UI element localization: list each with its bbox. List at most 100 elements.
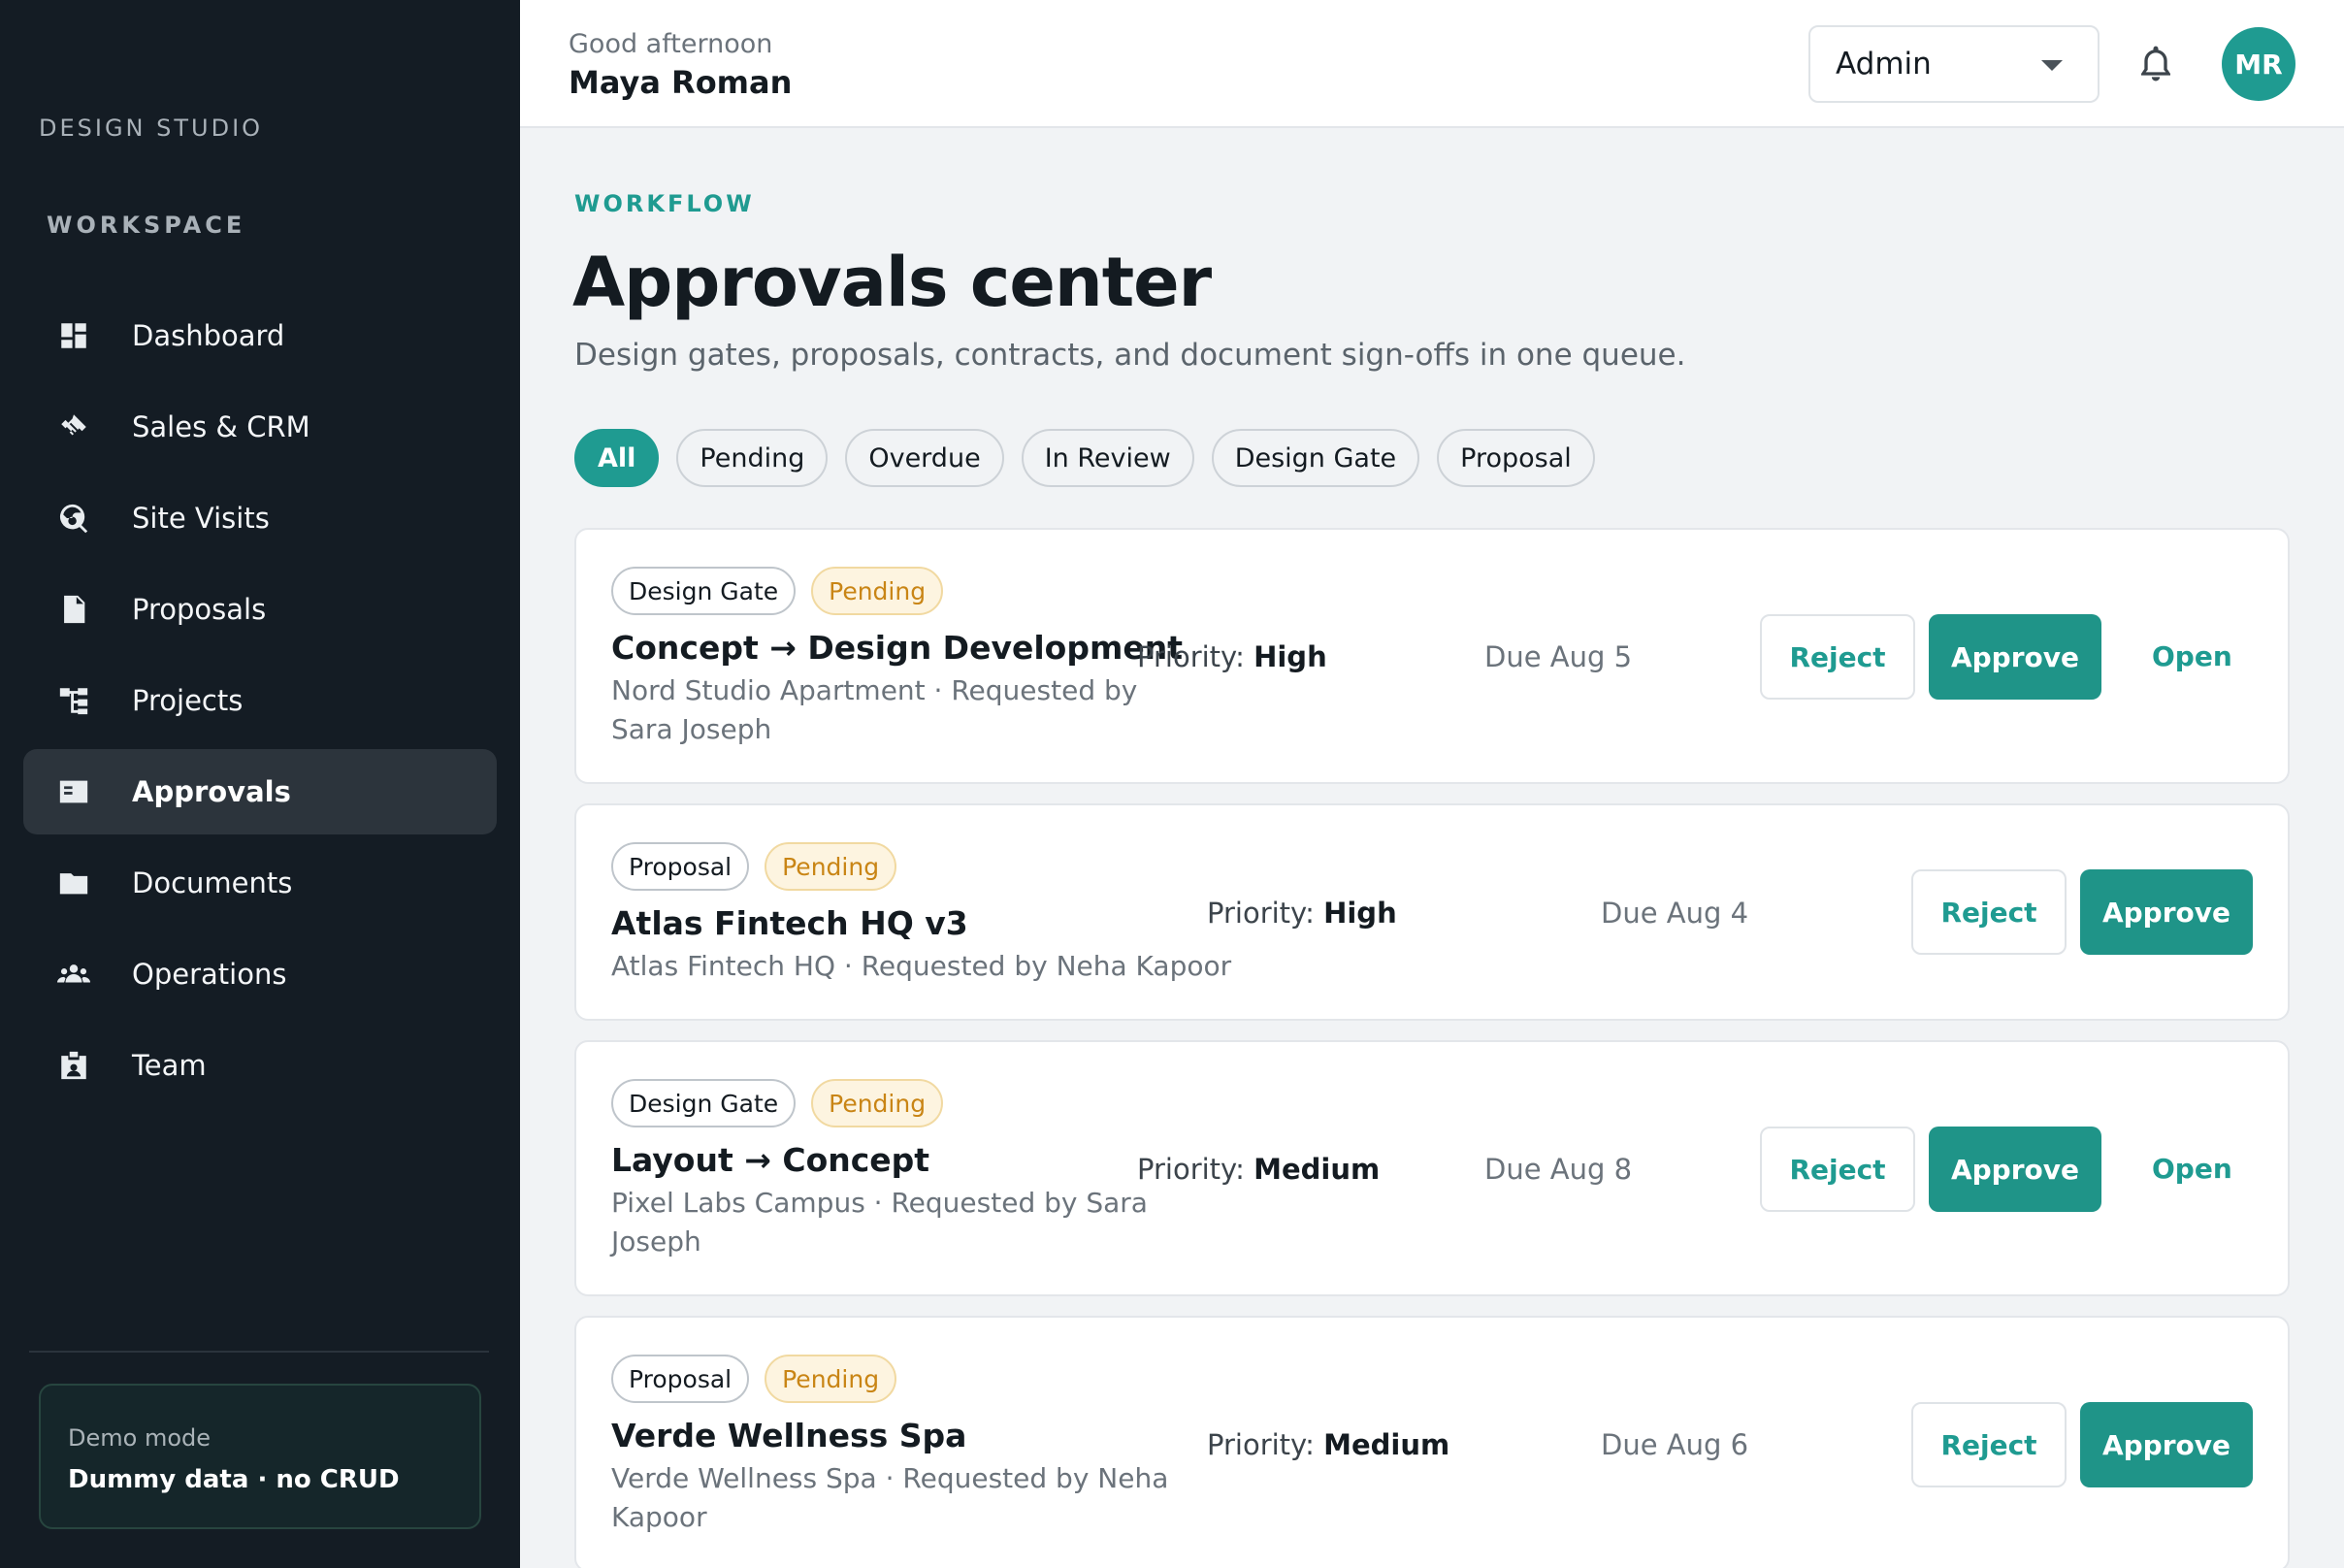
sidebar-item-dashboard[interactable]: Dashboard — [23, 293, 497, 378]
sidebar-item-label: Documents — [132, 866, 293, 899]
people-icon — [56, 957, 91, 992]
sidebar-item-label: Proposals — [132, 593, 267, 626]
reject-button[interactable]: Reject — [1911, 1402, 2067, 1487]
status-badge: Pending — [765, 842, 897, 891]
due-date: Due Aug 6 — [1601, 1428, 1749, 1461]
filter-chip-overdue[interactable]: Overdue — [845, 429, 1004, 487]
approval-title: Atlas Fintech HQ v3 — [611, 904, 968, 942]
approval-tags: Design Gate Pending — [611, 567, 944, 615]
type-badge: Design Gate — [611, 567, 797, 615]
sidebar-item-label: Operations — [132, 958, 287, 991]
role-select[interactable]: Admin — [1808, 25, 2100, 103]
folder-icon — [56, 866, 91, 900]
sidebar: DESIGN STUDIO WORKSPACE Dashboard Sales … — [0, 0, 520, 1568]
due-date: Due Aug 4 — [1601, 897, 1749, 930]
demo-mode-subtitle: Dummy data · no CRUD — [68, 1465, 400, 1494]
sidebar-item-proposals[interactable]: Proposals — [23, 567, 497, 652]
approval-meta-line: Verde Wellness Spa · Requested by Neha — [611, 1462, 1169, 1494]
priority-value: Medium — [1323, 1428, 1450, 1461]
filter-chip-pending[interactable]: Pending — [676, 429, 829, 487]
priority: Priority: High — [1137, 640, 1327, 673]
sidebar-item-label: Site Visits — [132, 502, 270, 535]
greeting: Good afternoon — [569, 29, 773, 59]
sidebar-item-documents[interactable]: Documents — [23, 840, 497, 926]
approval-tags: Proposal Pending — [611, 1355, 897, 1403]
workflow-icon — [56, 683, 91, 718]
sidebar-item-label: Sales & CRM — [132, 410, 310, 443]
due-date: Due Aug 8 — [1484, 1153, 1633, 1186]
sidebar-divider — [29, 1351, 489, 1353]
reject-button[interactable]: Reject — [1760, 1127, 1915, 1212]
filter-chip-in-review[interactable]: In Review — [1021, 429, 1194, 487]
handshake-icon — [56, 409, 91, 444]
approval-meta-line: Pixel Labs Campus · Requested by Sara — [611, 1187, 1148, 1219]
reject-button[interactable]: Reject — [1760, 614, 1915, 700]
type-badge: Proposal — [611, 1355, 750, 1403]
priority-label: Priority: — [1137, 640, 1245, 673]
avatar[interactable]: MR — [2222, 27, 2295, 101]
sidebar-item-label: Projects — [132, 684, 244, 717]
filter-chip-design-gate[interactable]: Design Gate — [1211, 429, 1420, 487]
chevron-down-icon — [2041, 60, 2063, 71]
approval-card: Proposal Pending Verde Wellness Spa Verd… — [574, 1316, 2290, 1568]
sidebar-item-sales-crm[interactable]: Sales & CRM — [23, 384, 497, 470]
approve-button[interactable]: Approve — [1929, 614, 2101, 700]
sidebar-nav: Dashboard Sales & CRM Site Visits Propos… — [23, 293, 497, 1114]
role-select-value: Admin — [1836, 47, 1932, 82]
badge-icon — [56, 1048, 91, 1083]
open-link[interactable]: Open — [2152, 640, 2232, 672]
bell-icon[interactable] — [2136, 43, 2175, 85]
workspace-label: WORKSPACE — [47, 212, 246, 239]
document-icon — [56, 592, 91, 627]
filter-chip-proposal[interactable]: Proposal — [1437, 429, 1595, 487]
approval-card: Proposal Pending Atlas Fintech HQ v3 Atl… — [574, 803, 2290, 1021]
filter-chip-all[interactable]: All — [574, 429, 660, 487]
user-name: Maya Roman — [569, 64, 793, 101]
page-eyebrow: WORKFLOW — [574, 190, 755, 217]
reject-button[interactable]: Reject — [1911, 869, 2067, 955]
due-date: Due Aug 5 — [1484, 640, 1633, 673]
priority: Priority: Medium — [1207, 1428, 1449, 1461]
brand-name: DESIGN STUDIO — [39, 114, 264, 142]
approval-meta-line: Kapoor — [611, 1501, 707, 1533]
approve-button[interactable]: Approve — [1929, 1127, 2101, 1212]
filter-chips: All Pending Overdue In Review Design Gat… — [574, 429, 1595, 487]
sidebar-item-site-visits[interactable]: Site Visits — [23, 475, 497, 561]
approval-title: Verde Wellness Spa — [611, 1417, 967, 1454]
sidebar-item-label: Team — [132, 1049, 207, 1082]
approval-title: Layout → Concept — [611, 1141, 930, 1179]
priority-value: High — [1253, 640, 1327, 673]
approval-meta-line: Joseph — [611, 1225, 701, 1258]
page-subtitle: Design gates, proposals, contracts, and … — [574, 338, 1686, 373]
status-badge: Pending — [765, 1355, 897, 1403]
status-badge: Pending — [811, 1079, 944, 1127]
priority: Priority: Medium — [1137, 1153, 1380, 1186]
approve-button[interactable]: Approve — [2080, 869, 2253, 955]
type-badge: Proposal — [611, 842, 750, 891]
approval-tags: Design Gate Pending — [611, 1079, 944, 1127]
priority-label: Priority: — [1137, 1153, 1245, 1186]
sidebar-item-operations[interactable]: Operations — [23, 931, 497, 1017]
demo-mode-title: Demo mode — [68, 1424, 211, 1452]
approval-meta: Nord Studio Apartment · Requested by Sar… — [611, 671, 1137, 749]
sidebar-item-team[interactable]: Team — [23, 1023, 497, 1108]
approval-title: Concept → Design Development — [611, 629, 1183, 667]
demo-mode-notice: Demo mode Dummy data · no CRUD — [39, 1384, 481, 1529]
approval-meta-line: Sara Joseph — [611, 713, 772, 745]
sidebar-item-projects[interactable]: Projects — [23, 658, 497, 743]
approval-meta: Verde Wellness Spa · Requested by Neha K… — [611, 1459, 1168, 1537]
top-bar: Good afternoon Maya Roman Admin MR — [520, 0, 2344, 128]
approval-meta: Pixel Labs Campus · Requested by Sara Jo… — [611, 1184, 1148, 1261]
sidebar-item-approvals[interactable]: Approvals — [23, 749, 497, 834]
approve-button[interactable]: Approve — [2080, 1402, 2253, 1487]
sidebar-item-label: Dashboard — [132, 319, 285, 352]
approval-meta-line: Atlas Fintech HQ · Requested by Neha Kap… — [611, 950, 1232, 982]
dashboard-icon — [56, 318, 91, 353]
status-badge: Pending — [811, 567, 944, 615]
priority-label: Priority: — [1207, 1428, 1315, 1461]
priority-label: Priority: — [1207, 897, 1315, 930]
approval-card: Design Gate Pending Layout → Concept Pix… — [574, 1040, 2290, 1296]
open-link[interactable]: Open — [2152, 1153, 2232, 1185]
checklist-icon — [56, 774, 91, 809]
sidebar-item-label: Approvals — [132, 775, 291, 808]
